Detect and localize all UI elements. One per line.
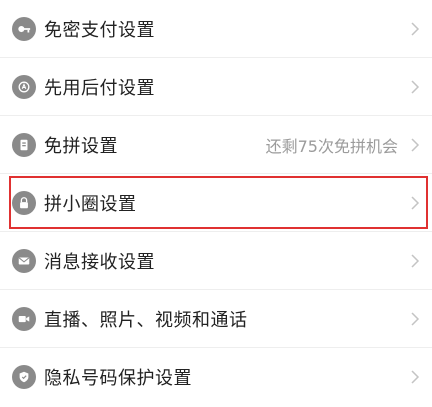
- settings-item-pay-later[interactable]: 先用后付设置: [0, 58, 432, 116]
- settings-item-group-free[interactable]: 免拼设置 还剩75次免拼机会: [0, 116, 432, 174]
- settings-item-pin-circle[interactable]: 拼小圈设置: [0, 174, 432, 232]
- ticket-icon: [12, 132, 36, 157]
- video-camera-icon: [12, 306, 36, 331]
- settings-item-message-receive[interactable]: 消息接收设置: [0, 232, 432, 290]
- settings-item-live-media-calls[interactable]: 直播、照片、视频和通话: [0, 290, 432, 348]
- chevron-right-icon: [410, 194, 420, 212]
- mail-icon: [12, 248, 36, 273]
- settings-item-privacy-number[interactable]: 隐私号码保护设置: [0, 348, 432, 406]
- chevron-right-icon: [410, 252, 420, 270]
- settings-item-label: 拼小圈设置: [44, 193, 137, 215]
- settings-item-label: 隐私号码保护设置: [44, 368, 192, 389]
- chevron-right-icon: [410, 78, 420, 96]
- settings-item-label: 免密支付设置: [44, 19, 155, 41]
- chevron-right-icon: [410, 136, 420, 154]
- settings-item-value: 还剩75次免拼机会: [265, 136, 398, 156]
- settings-item-label: 直播、照片、视频和通话: [44, 309, 248, 331]
- settings-item-password-free-payment[interactable]: 免密支付设置: [0, 0, 432, 58]
- chevron-right-icon: [410, 20, 420, 38]
- settings-item-label: 先用后付设置: [44, 77, 155, 99]
- chevron-right-icon: [410, 310, 420, 328]
- chevron-right-icon: [410, 368, 420, 386]
- badge-icon: [12, 74, 36, 99]
- settings-item-label: 免拼设置: [44, 135, 118, 157]
- lock-icon: [12, 190, 36, 215]
- shield-icon: [12, 365, 36, 389]
- settings-item-label: 消息接收设置: [44, 251, 155, 273]
- key-icon: [12, 16, 36, 41]
